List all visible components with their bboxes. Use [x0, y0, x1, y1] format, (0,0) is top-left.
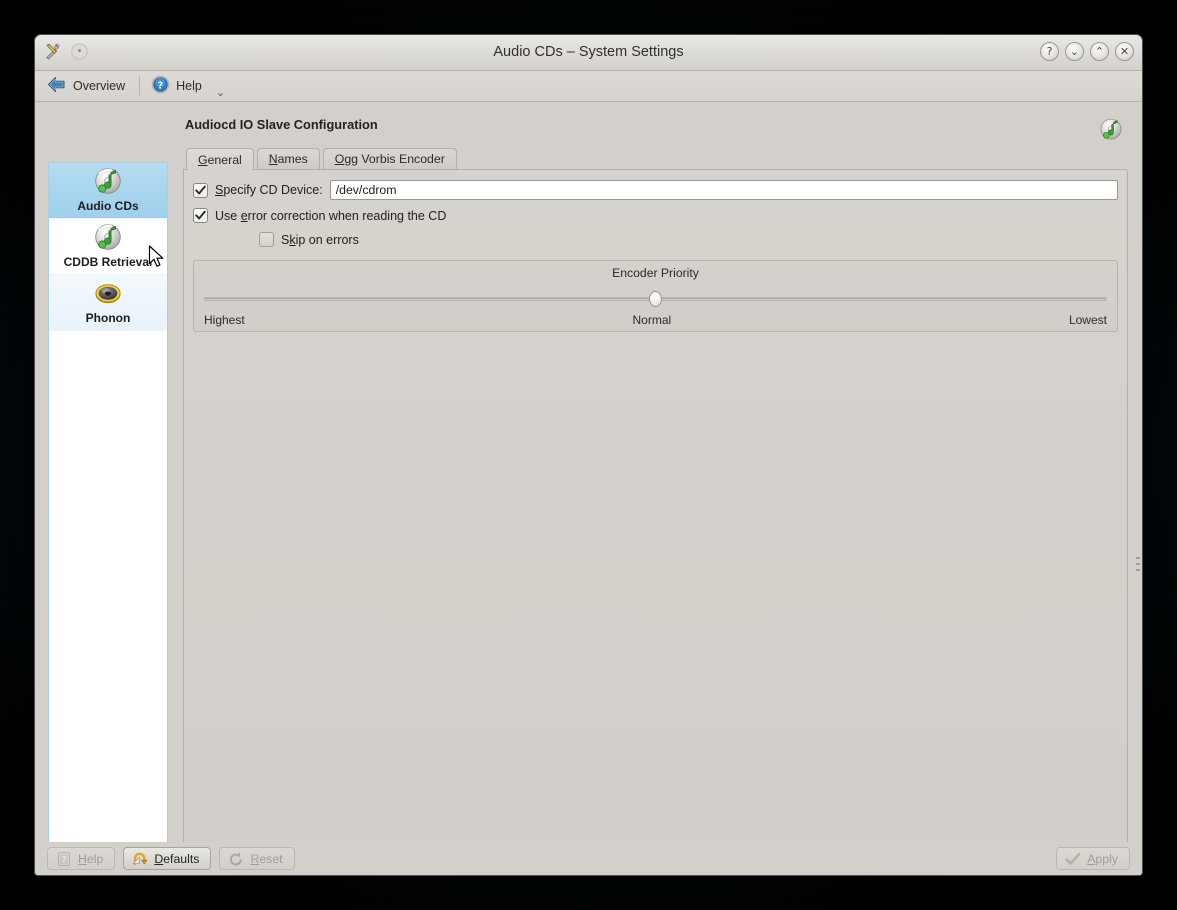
- help-button-accel: H: [78, 852, 87, 866]
- apply-button[interactable]: Apply: [1056, 847, 1130, 870]
- skip-on-errors-row: Skip on errors: [193, 232, 1118, 247]
- back-arrow-icon: [46, 74, 67, 98]
- tab-names-label: ames: [278, 152, 308, 166]
- toolbar-separator: [139, 76, 140, 96]
- encoder-priority-group: Encoder Priority Highest Normal Lowest: [193, 260, 1118, 332]
- help-label: Help: [176, 79, 202, 93]
- window-titlebar: Audio CDs – System Settings ? ⌄ ⌃ ✕: [35, 35, 1142, 71]
- apply-button-label: Apply: [1087, 852, 1118, 866]
- audio-cd-icon: [92, 222, 124, 254]
- tick-normal: Normal: [632, 313, 671, 327]
- skip-on-errors-label: Skip on errors: [281, 233, 359, 247]
- encoder-priority-slider[interactable]: [204, 291, 1107, 307]
- encoder-priority-ticks: Highest Normal Lowest: [204, 313, 1107, 327]
- tab-ogg-accel: O: [335, 152, 345, 166]
- defaults-button-label: Defaults: [154, 852, 199, 866]
- window-resize-grip[interactable]: [1136, 557, 1140, 571]
- overview-button[interactable]: Overview: [42, 72, 132, 100]
- defaults-button[interactable]: Defaults: [123, 847, 211, 870]
- reset-button[interactable]: Reset: [219, 847, 294, 870]
- specify-cd-device-row: Specify CD Device:: [193, 180, 1118, 200]
- tab-ogg-label: gg Vorbis Encoder: [344, 152, 445, 166]
- reset-arrow-icon: [228, 851, 244, 867]
- tab-ogg-vorbis-encoder[interactable]: Ogg Vorbis Encoder: [323, 148, 457, 169]
- help-button[interactable]: ? Help: [147, 73, 209, 99]
- error-correction-label: Use error correction when reading the CD: [215, 209, 446, 223]
- sidebar-item-label: CDDB Retrieval: [64, 256, 153, 269]
- content-pane: Audiocd IO Slave Configuration: [183, 111, 1128, 875]
- titlebar-minimize-button[interactable]: ⌄: [1065, 42, 1084, 61]
- module-sidebar[interactable]: Audio CDs: [48, 162, 168, 876]
- check-icon: [195, 185, 206, 196]
- page-title: Audiocd IO Slave Configuration: [185, 117, 1128, 132]
- check-icon: [195, 210, 206, 221]
- content-header: Audiocd IO Slave Configuration: [183, 111, 1128, 147]
- svg-text:?: ?: [62, 854, 67, 864]
- error-correction-checkbox[interactable]: [193, 208, 208, 223]
- sidebar-item-phonon[interactable]: Phonon: [49, 275, 167, 331]
- cd-device-input[interactable]: [330, 180, 1118, 200]
- error-correction-row: Use error correction when reading the CD: [193, 208, 1118, 223]
- tick-highest: Highest: [204, 313, 245, 327]
- skip-on-errors-checkbox[interactable]: [259, 232, 274, 247]
- reset-button-accel: R: [250, 852, 259, 866]
- tab-panel-general: Specify CD Device: Use error correction …: [183, 169, 1128, 844]
- system-settings-window: Audio CDs – System Settings ? ⌄ ⌃ ✕ Over…: [34, 34, 1143, 876]
- tab-names-accel: N: [269, 152, 278, 166]
- speaker-icon: [92, 278, 124, 310]
- overview-label: Overview: [73, 79, 125, 93]
- specify-cd-device-checkbox[interactable]: [193, 183, 208, 198]
- titlebar-maximize-button[interactable]: ⌃: [1090, 42, 1109, 61]
- tabstrip: General Names Ogg Vorbis Encoder: [183, 147, 1128, 169]
- encoder-priority-title: Encoder Priority: [204, 266, 1107, 280]
- window-body: Audio CDs: [35, 102, 1142, 875]
- sidebar-item-label: Phonon: [86, 312, 131, 325]
- help-book-icon: ?: [56, 851, 72, 867]
- reset-button-label: Reset: [250, 852, 282, 866]
- help-dialog-button-label: Help: [78, 852, 103, 866]
- undo-arrow-icon: [132, 851, 148, 867]
- titlebar-help-button[interactable]: ?: [1040, 42, 1059, 61]
- tab-general-accel: G: [198, 153, 208, 167]
- slider-handle[interactable]: [649, 291, 662, 307]
- dialog-button-bar: ? Help Defaults: [35, 842, 1142, 875]
- audio-cd-icon: [92, 166, 124, 198]
- tab-general[interactable]: General: [186, 148, 254, 170]
- svg-text:?: ?: [158, 80, 163, 91]
- toolbar-overflow-chevron-down-icon[interactable]: ⌄: [216, 87, 225, 98]
- help-question-icon: ?: [151, 75, 170, 97]
- tab-names[interactable]: Names: [257, 148, 320, 169]
- check-icon: [1065, 851, 1081, 867]
- error-correction-accel: e: [241, 209, 248, 223]
- tab-general-label: eneral: [208, 153, 242, 167]
- defaults-button-accel: D: [154, 852, 163, 866]
- main-toolbar: Overview ? Help ⌄: [35, 71, 1142, 102]
- tick-lowest: Lowest: [1069, 313, 1107, 327]
- window-controls: ? ⌄ ⌃ ✕: [1040, 42, 1134, 61]
- sidebar-item-cddb-retrieval[interactable]: CDDB Retrieval: [49, 219, 167, 275]
- sidebar-item-audio-cds[interactable]: Audio CDs: [49, 163, 167, 219]
- audio-cd-icon: [1098, 117, 1124, 143]
- specify-cd-device-label: Specify CD Device:: [215, 183, 323, 197]
- help-dialog-button[interactable]: ? Help: [47, 847, 115, 870]
- sidebar-item-label: Audio CDs: [77, 200, 138, 213]
- window-title: Audio CDs – System Settings: [35, 44, 1142, 60]
- titlebar-close-button[interactable]: ✕: [1115, 42, 1134, 61]
